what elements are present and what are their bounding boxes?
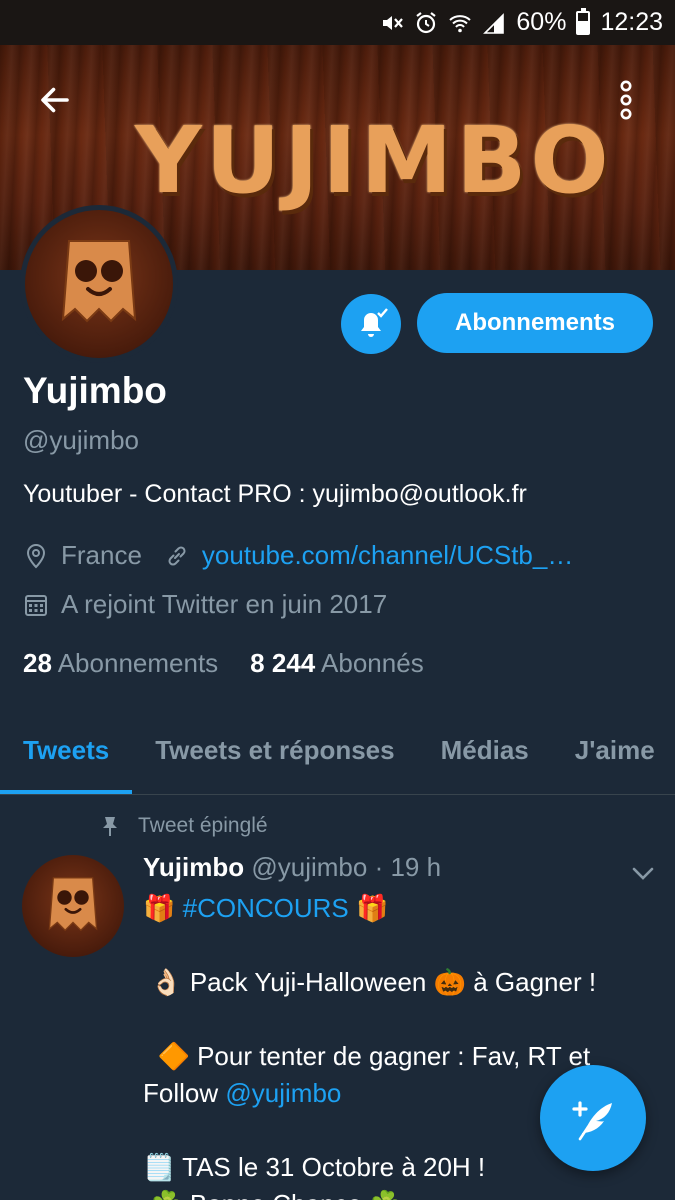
following-count-link[interactable]: 28 Abonnements [23,648,218,679]
profile-handle: @yujimbo [23,425,139,455]
profile-avatar[interactable] [20,205,178,363]
profile-tabs: Tweets Tweets et réponses Médias J'aime [0,715,675,795]
bell-check-icon [361,308,388,337]
tweet-author-name[interactable]: Yujimbo [143,852,244,882]
back-button[interactable] [30,75,80,125]
chevron-down-icon[interactable] [628,858,658,888]
tweet-text-follow: Follow [143,1078,219,1108]
banner-logo-text: YUJIMBO [135,107,613,214]
tweet-text-rules: Pour tenter de gagner : Fav, RT et [197,1041,591,1071]
more-vertical-icon [620,80,632,120]
tweet-line-hashtag: 🎁 #CONCOURS 🎁 [143,890,643,927]
followers-count-link[interactable]: 8 244 Abonnés [250,648,424,679]
pumpkin-icon: 🎃 [433,967,466,997]
signal-icon [482,11,506,35]
following-button[interactable]: Abonnements [417,293,653,353]
tab-likes[interactable]: J'aime [552,715,675,794]
tab-tweets[interactable]: Tweets [0,715,133,794]
ghost-mascot-icon [48,877,98,932]
notifications-toggle-button[interactable] [341,294,401,354]
arrow-left-icon [41,87,69,113]
profile-meta-location-website: France youtube.com/channel/UCStb_… [23,540,573,571]
tweet-text-pack: Pack Yuji-Halloween [189,967,427,997]
followers-label: Abonnés [321,648,424,678]
pinned-text: Tweet épinglé [138,814,268,837]
compose-tweet-button[interactable] [540,1065,646,1171]
pin-icon [103,817,117,836]
tweet-text-tas: TAS le 31 Octobre à 20H ! [182,1152,486,1182]
ok-hand-icon: 👌🏻 [143,967,183,997]
status-bar: 60% 12:23 [0,0,675,45]
ghost-mascot-icon [61,240,137,323]
profile-website-link[interactable]: youtube.com/channel/UCStb_… [202,540,573,571]
tweet-line-luck: ☘️ Bonne Chance ☘️ [143,1186,643,1200]
alarm-icon [414,11,438,35]
tweet-header: Yujimbo @yujimbo · 19 h [143,852,441,883]
tweet-author-avatar[interactable] [22,855,124,957]
calendar-icon [23,592,49,618]
location-pin-icon [23,543,49,569]
tweet-time: · 19 h [374,852,442,882]
tweet-text-gagner: à Gagner ! [473,967,597,997]
tweet-line-rules: 🔶 Pour tenter de gagner : Fav, RT et [143,1038,643,1075]
profile-meta-joined: A rejoint Twitter en juin 2017 [23,589,387,620]
clock: 12:23 [600,8,663,36]
mute-icon [380,11,404,35]
tab-media[interactable]: Médias [418,715,552,794]
gift-icon: 🎁 [355,893,389,923]
compose-feather-icon [572,1101,612,1141]
tab-tweets-and-replies[interactable]: Tweets et réponses [132,715,417,794]
orange-diamond-icon: 🔶 [143,1041,190,1071]
profile-location: France [61,540,142,570]
gift-icon: 🎁 [143,893,176,923]
clover-icon: ☘️ [143,1189,182,1200]
hashtag-link[interactable]: #CONCOURS [183,893,349,923]
profile-bio: Youtuber - Contact PRO : yujimbo@outlook… [23,480,527,508]
mention-link[interactable]: @yujimbo [225,1078,341,1108]
tweet-text-luck: Bonne Chance [190,1189,362,1200]
following-label: Abonnements [57,648,219,678]
pinned-tweet-label: Tweet épinglé [100,814,268,838]
notepad-icon: 🗒️ [143,1152,176,1182]
profile-counts: 28 Abonnements 8 244 Abonnés [23,648,424,679]
profile-display-name: Yujimbo [23,370,167,411]
wifi-icon [448,11,472,35]
tweet-line-pack: 👌🏻 Pack Yuji-Halloween 🎃 à Gagner ! [143,964,643,1001]
clover-icon: ☘️ [369,1189,401,1200]
tweet-author-handle: @yujimbo [251,852,368,882]
battery-percent: 60% [516,8,567,36]
followers-count: 8 244 [250,648,316,678]
battery-icon [576,7,591,35]
link-icon [164,543,190,569]
profile-joined-date: A rejoint Twitter en juin 2017 [61,589,388,619]
following-count: 28 [23,648,52,678]
more-options-button[interactable] [604,75,648,125]
